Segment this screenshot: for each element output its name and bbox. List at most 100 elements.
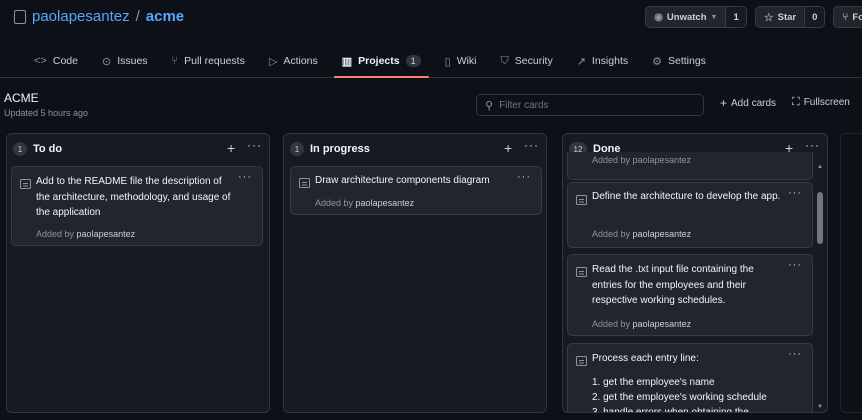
star-count[interactable]: 0: [804, 7, 825, 27]
card-author-link[interactable]: paolapesantez: [77, 229, 136, 239]
column-count: 1: [13, 142, 27, 156]
scroll-down-icon[interactable]: ▼: [816, 404, 824, 410]
card-text: Draw architecture components diagram: [315, 175, 490, 186]
card-text: Read the .txt input file containing the …: [592, 264, 754, 306]
fork-icon: ⑂: [842, 11, 849, 23]
added-by-prefix: Added by: [592, 319, 631, 329]
book-icon: ▯: [444, 55, 451, 68]
graph-icon: ↗: [576, 55, 586, 68]
project-icon: ▥: [341, 55, 353, 68]
tab-label: Code: [52, 55, 78, 67]
add-card-icon[interactable]: +: [227, 140, 235, 156]
filter-cards-box: ⚲: [476, 94, 704, 116]
column-header: 1 In progress + ···: [284, 134, 546, 164]
card-list-item: 2. get the employee's working schedule: [592, 392, 767, 403]
project-card[interactable]: Process each entry line: ··· 1. get the …: [567, 343, 813, 412]
repo-name-link[interactable]: acme: [146, 8, 184, 25]
column-title: In progress: [310, 143, 370, 155]
tab-label: Settings: [667, 55, 706, 67]
project-card[interactable]: Add to the README file the description o…: [11, 166, 263, 246]
column-header: 1 To do + ···: [7, 134, 269, 164]
repo-title: paolapesantez / acme: [14, 8, 184, 25]
note-icon: [576, 195, 587, 205]
add-cards-button[interactable]: + Add cards: [720, 96, 776, 110]
column-in-progress: 1 In progress + ··· Draw architecture co…: [283, 133, 547, 413]
gear-icon: ⚙: [652, 55, 662, 68]
fullscreen-label: Fullscreen: [803, 97, 850, 108]
tab-pull-requests[interactable]: ⑂ Pull requests: [160, 46, 257, 76]
card-more-icon[interactable]: ···: [788, 259, 802, 271]
repo-icon: [14, 9, 26, 24]
fork-button[interactable]: ⑂ Fork: [834, 7, 862, 27]
tab-label: Security: [514, 55, 553, 67]
card-more-icon[interactable]: ···: [788, 187, 802, 199]
project-card[interactable]: Read the .txt input file containing the …: [567, 254, 813, 336]
card-list-item: 1. get the employee's name: [592, 377, 715, 388]
card-more-icon[interactable]: ···: [238, 171, 252, 183]
fork-button-group: ⑂ Fork: [833, 6, 862, 28]
added-by-prefix: Added by: [592, 229, 631, 239]
tab-wiki[interactable]: ▯ Wiki: [433, 46, 489, 76]
card-added-by: Added by paolapesantez: [592, 229, 691, 239]
project-card[interactable]: Define the architecture to develop the a…: [567, 182, 813, 248]
tab-insights[interactable]: ↗ Insights: [565, 46, 640, 76]
note-icon: [576, 356, 587, 366]
tab-projects[interactable]: ▥ Projects 1: [330, 46, 433, 78]
repo-owner-link[interactable]: paolapesantez: [32, 8, 130, 25]
card-more-icon[interactable]: ···: [788, 348, 802, 360]
watch-count[interactable]: 1: [725, 7, 746, 27]
card-added-by: Added by paolapesantez: [592, 319, 691, 329]
card-author-link[interactable]: paolapesantez: [633, 229, 692, 239]
project-updated-text: Updated 5 hours ago: [4, 108, 89, 118]
column-partial-offscreen: [840, 133, 862, 413]
card-more-icon[interactable]: ···: [517, 171, 531, 183]
project-card-partial[interactable]: Added by paolapesantez: [567, 152, 813, 180]
note-icon: [20, 179, 31, 189]
fullscreen-button[interactable]: ⛶ Fullscreen: [792, 96, 850, 109]
eye-icon: ◉: [654, 11, 663, 23]
repo-actions: ◉ Unwatch ▼ 1 ☆ Star 0 ⑂ Fork: [645, 6, 862, 28]
tab-code[interactable]: <> Code: [22, 46, 90, 76]
tab-actions[interactable]: ▷ Actions: [257, 46, 330, 76]
watch-button[interactable]: ◉ Unwatch ▼: [646, 7, 725, 27]
column-done: 12 Done + ··· Added by paolapesantez Def…: [562, 133, 828, 413]
tab-settings[interactable]: ⚙ Settings: [640, 46, 718, 76]
repo-header: paolapesantez / acme ◉ Unwatch ▼ 1 ☆ Sta…: [0, 0, 862, 78]
issue-icon: ⊙: [101, 55, 112, 68]
scrollbar-thumb[interactable]: [817, 192, 823, 244]
pull-request-icon: ⑂: [171, 55, 179, 67]
watch-label: Unwatch: [666, 11, 707, 23]
project-card[interactable]: Draw architecture components diagram ···…: [290, 166, 542, 215]
more-options-icon[interactable]: ···: [524, 138, 539, 152]
add-cards-label: Add cards: [731, 97, 777, 109]
watch-button-group: ◉ Unwatch ▼ 1: [645, 6, 747, 28]
more-options-icon[interactable]: ···: [247, 138, 262, 152]
card-author-link[interactable]: paolapesantez: [356, 198, 415, 208]
tab-label: Wiki: [456, 55, 477, 67]
fullscreen-icon: ⛶: [792, 96, 800, 108]
play-icon: ▷: [268, 55, 278, 68]
card-author-link[interactable]: paolapesantez: [633, 319, 692, 329]
tab-security[interactable]: ⛉ Security: [489, 46, 565, 76]
filter-cards-input[interactable]: [499, 99, 680, 111]
chevron-down-icon: ▼: [710, 13, 718, 21]
card-added-by: Added by paolapesantez: [315, 198, 414, 208]
star-button-group: ☆ Star 0: [754, 6, 826, 28]
add-card-icon[interactable]: +: [504, 140, 512, 156]
note-icon: [299, 178, 310, 188]
tab-issues[interactable]: ⊙ Issues: [90, 46, 160, 76]
tab-label: Issues: [117, 55, 148, 67]
column-scrollbar[interactable]: ▲ ▼: [816, 164, 824, 410]
project-bar: ACME Updated 5 hours ago ⚲ + Add cards ⛶…: [0, 78, 862, 126]
tab-label: Pull requests: [184, 55, 245, 67]
projects-count-badge: 1: [405, 55, 421, 67]
scroll-up-icon[interactable]: ▲: [816, 164, 824, 170]
column-title: To do: [33, 143, 63, 155]
star-button[interactable]: ☆ Star: [756, 7, 804, 27]
more-options-icon[interactable]: ···: [805, 138, 820, 152]
project-title: ACME: [4, 91, 39, 105]
card-added-by: Added by paolapesantez: [592, 155, 692, 165]
repo-separator: /: [135, 8, 140, 25]
card-text: Process each entry line:: [592, 353, 699, 364]
note-icon: [576, 267, 587, 277]
